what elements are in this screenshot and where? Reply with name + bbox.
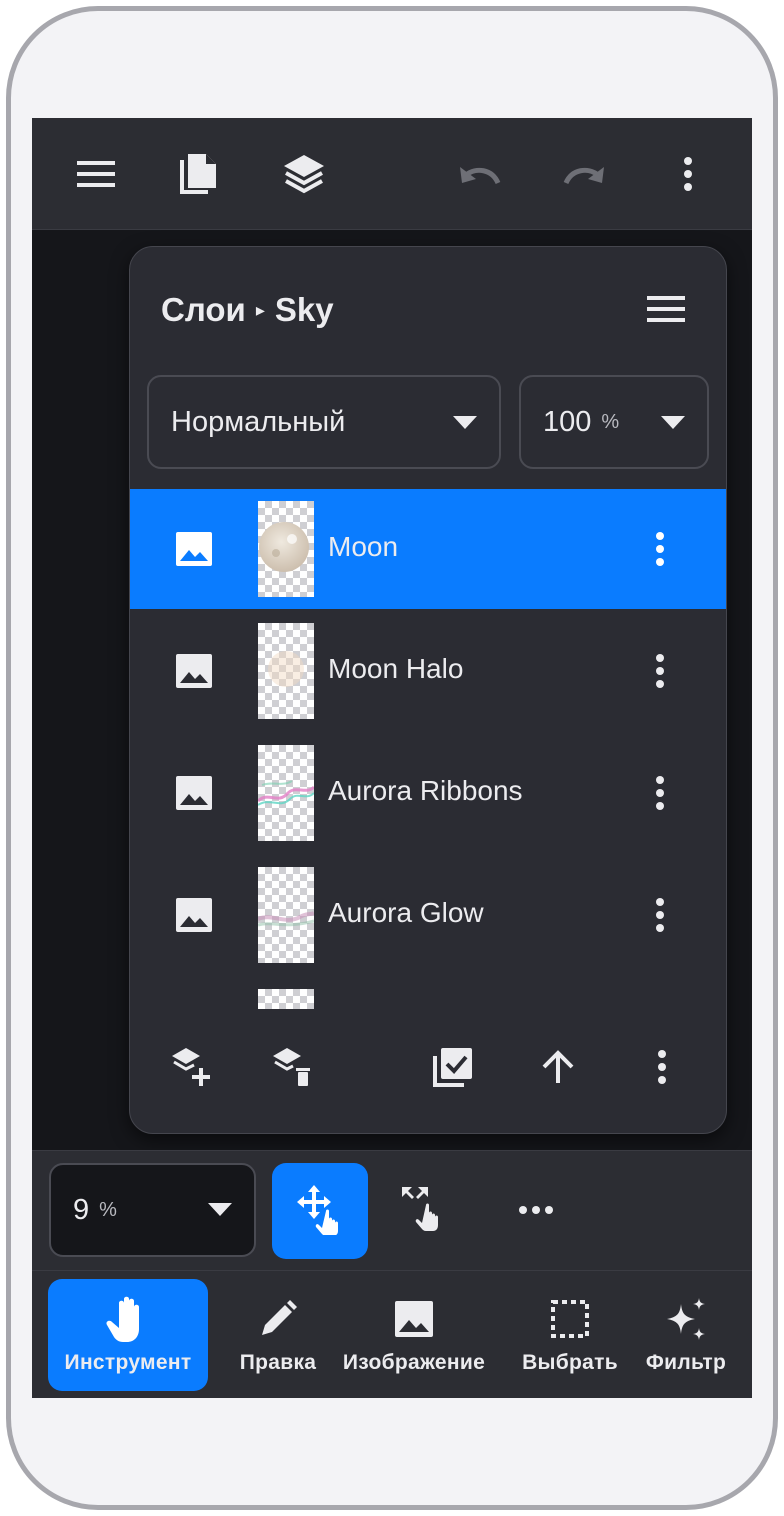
layer-row[interactable] — [130, 977, 726, 1009]
breadcrumb-separator: ▸ — [255, 299, 265, 320]
merge-check-icon — [432, 1046, 474, 1093]
transform-tool-button[interactable] — [376, 1163, 472, 1259]
panel-title-label: Слои — [161, 291, 246, 328]
blend-mode-value: Нормальный — [171, 405, 346, 438]
arrow-up-icon — [540, 1049, 576, 1090]
layer-row[interactable]: Moon Halo — [130, 611, 726, 731]
nav-label: Фильтр — [645, 1351, 727, 1374]
nav-filter[interactable]: Фильтр — [632, 1279, 740, 1391]
pages-icon — [178, 152, 218, 196]
layer-row[interactable]: Moon — [130, 489, 726, 609]
nav-select[interactable]: Выбрать — [510, 1279, 630, 1391]
layer-thumbnail — [258, 989, 314, 1009]
nav-label: Выбрать — [522, 1351, 618, 1374]
layers-button[interactable] — [272, 142, 336, 206]
resize-touch-icon — [398, 1183, 450, 1240]
layer-thumbnail — [258, 867, 314, 963]
chevron-down-icon — [661, 416, 685, 429]
layers-panel: Слои ▸ Sky Нормальный 100 % Moon Moon Ha… — [129, 246, 727, 1134]
pencil-icon — [258, 1295, 298, 1343]
redo-button[interactable] — [552, 142, 616, 206]
more-vertical-icon[interactable] — [640, 525, 680, 573]
app-screen: Слои ▸ Sky Нормальный 100 % Moon Moon Ha… — [32, 118, 752, 1398]
selection-icon — [550, 1295, 590, 1343]
nav-tool[interactable]: Инструмент — [48, 1279, 208, 1391]
more-vertical-icon[interactable] — [640, 647, 680, 695]
panel-title: Слои ▸ Sky — [161, 291, 334, 329]
nav-label: Изображение — [342, 1351, 486, 1374]
more-vertical-icon[interactable] — [640, 769, 680, 817]
image-layer-icon — [175, 775, 213, 811]
pages-button[interactable] — [166, 142, 230, 206]
nav-image[interactable]: Изображение — [328, 1279, 500, 1391]
nav-edit[interactable]: Правка — [218, 1279, 338, 1391]
more-horizontal-icon — [519, 1202, 553, 1220]
chevron-down-icon — [208, 1203, 232, 1216]
move-tool-button[interactable] — [272, 1163, 368, 1259]
chevron-down-icon — [453, 416, 477, 429]
menu-icon — [77, 160, 115, 188]
redo-icon — [562, 161, 606, 187]
delete-layer-icon — [271, 1046, 315, 1093]
menu-button[interactable] — [64, 142, 128, 206]
layer-row[interactable]: Aurora Glow — [130, 855, 726, 975]
image-layer-icon — [175, 653, 213, 689]
more-vertical-icon[interactable] — [640, 891, 680, 939]
blend-mode-select[interactable]: Нормальный — [147, 375, 501, 469]
more-button[interactable] — [656, 142, 720, 206]
nav-label: Правка — [239, 1351, 317, 1374]
layer-thumbnail — [258, 501, 314, 597]
layer-name: Moon — [328, 531, 399, 562]
document-name: Sky — [274, 291, 334, 328]
hand-icon — [105, 1295, 151, 1343]
more-tools-button[interactable] — [488, 1163, 584, 1259]
add-layer-button[interactable] — [162, 1039, 222, 1099]
image-icon — [394, 1295, 434, 1343]
merge-layers-button[interactable] — [423, 1039, 483, 1099]
layer-name: Aurora Glow — [328, 897, 484, 928]
nav-label: Инструмент — [64, 1351, 192, 1374]
move-layer-up-button[interactable] — [528, 1039, 588, 1099]
delete-layer-button[interactable] — [263, 1039, 323, 1099]
opacity-select[interactable]: 100 % — [519, 375, 709, 469]
move-touch-icon — [294, 1183, 346, 1240]
layer-thumbnail — [258, 745, 314, 841]
top-toolbar — [32, 118, 752, 230]
layer-name: Moon Halo — [328, 653, 464, 684]
bottom-navigation: Инструмент Правка Изображение Выбрать Фи… — [32, 1270, 752, 1398]
image-layer-icon — [175, 897, 213, 933]
zoom-select[interactable]: 9 % — [49, 1163, 256, 1257]
layer-row[interactable]: Aurora Ribbons — [130, 733, 726, 853]
more-vertical-icon — [657, 1049, 667, 1089]
layers-panel-header: Слои ▸ Sky — [130, 247, 726, 367]
more-vertical-icon — [683, 157, 693, 191]
layer-list: Moon Moon Halo Aurora Ribbons Aurora Glo… — [130, 489, 726, 1009]
opacity-unit: % — [601, 410, 620, 433]
image-layer-icon — [175, 531, 213, 567]
tool-options-bar: 9 % — [32, 1150, 752, 1270]
add-layer-icon — [170, 1046, 214, 1093]
layer-thumbnail — [258, 623, 314, 719]
panel-menu-button[interactable] — [636, 287, 696, 335]
layer-name: Aurora Ribbons — [328, 775, 523, 806]
layers-icon — [282, 153, 326, 195]
menu-icon — [647, 295, 685, 327]
undo-icon — [458, 161, 502, 187]
opacity-value: 100 — [543, 405, 592, 438]
zoom-unit: % — [99, 1198, 117, 1221]
zoom-value: 9 — [73, 1193, 90, 1226]
undo-button[interactable] — [448, 142, 512, 206]
panel-more-button[interactable] — [632, 1039, 692, 1099]
sparkles-icon — [663, 1295, 709, 1343]
